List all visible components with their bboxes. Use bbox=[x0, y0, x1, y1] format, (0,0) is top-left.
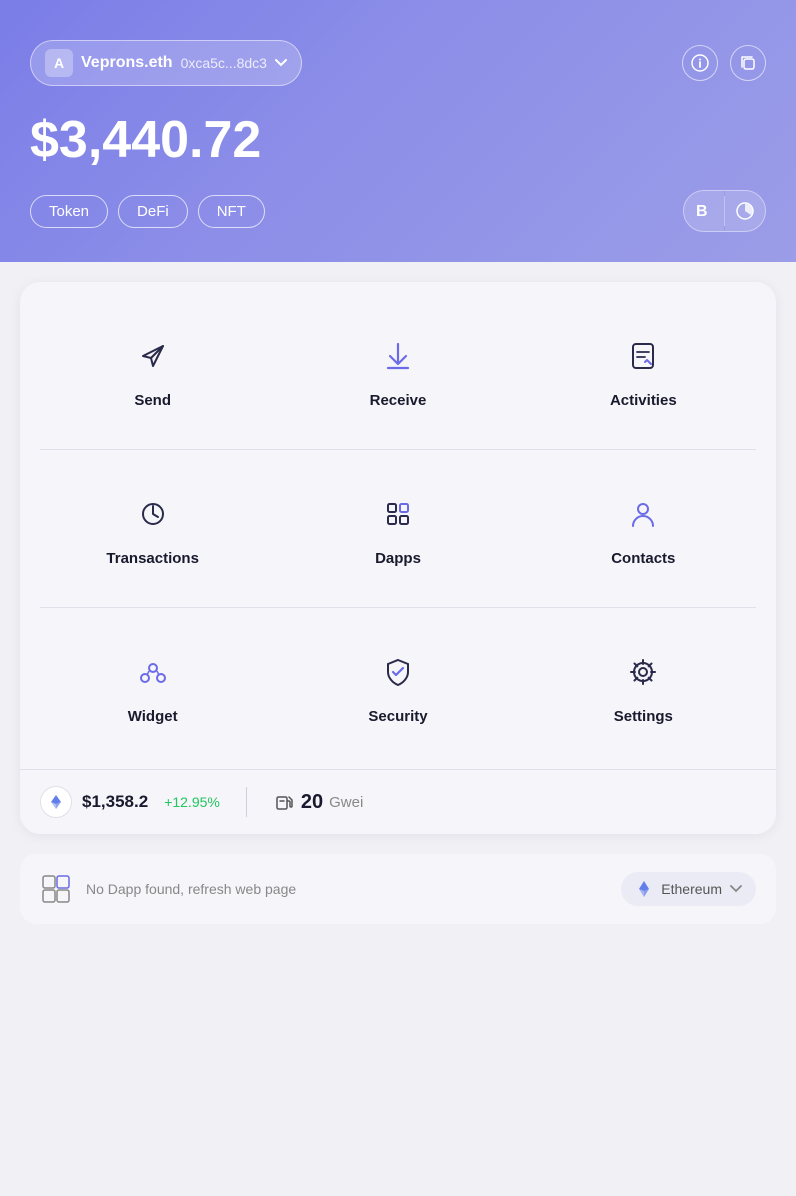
action-grid-3: Widget Security Settings bbox=[20, 608, 776, 765]
dapps-banner-icon bbox=[40, 873, 72, 905]
activities-label: Activities bbox=[610, 392, 677, 409]
chevron-down-icon bbox=[275, 59, 287, 67]
token-logos: B bbox=[683, 190, 766, 232]
tab-token[interactable]: Token bbox=[30, 195, 108, 228]
bottom-bar: $1,358.2 +12.95% 20 Gwei bbox=[20, 769, 776, 834]
gas-info: 20 Gwei bbox=[273, 791, 363, 814]
security-icon bbox=[374, 648, 422, 696]
action-grid-2: Transactions Dapps Contact bbox=[20, 450, 776, 607]
security-label: Security bbox=[368, 708, 427, 725]
gas-icon bbox=[273, 791, 295, 813]
avatar: A bbox=[45, 49, 73, 77]
settings-label: Settings bbox=[614, 708, 673, 725]
gas-value: 20 bbox=[301, 791, 323, 814]
tab-row: Token DeFi NFT B bbox=[30, 190, 766, 232]
dapp-banner: No Dapp found, refresh web page Ethereum bbox=[20, 854, 776, 924]
gas-unit: Gwei bbox=[329, 794, 363, 811]
action-receive[interactable]: Receive bbox=[275, 312, 520, 429]
token-logo-chart bbox=[725, 191, 765, 231]
contacts-icon bbox=[619, 490, 667, 538]
main-card: Send Receive Ac bbox=[20, 282, 776, 834]
widget-label: Widget bbox=[128, 708, 178, 725]
action-settings[interactable]: Settings bbox=[521, 628, 766, 745]
dapps-icon bbox=[374, 490, 422, 538]
header-section: A Veprons.eth 0xca5c...8dc3 bbox=[0, 0, 796, 262]
network-selector[interactable]: Ethereum bbox=[621, 872, 756, 906]
action-send[interactable]: Send bbox=[30, 312, 275, 429]
send-icon bbox=[129, 332, 177, 380]
send-label: Send bbox=[134, 392, 171, 409]
transactions-label: Transactions bbox=[106, 550, 199, 567]
copy-button[interactable] bbox=[730, 45, 766, 81]
receive-label: Receive bbox=[370, 392, 427, 409]
address-pill[interactable]: A Veprons.eth 0xca5c...8dc3 bbox=[30, 40, 302, 86]
action-security[interactable]: Security bbox=[275, 628, 520, 745]
header-icons bbox=[682, 45, 766, 81]
action-transactions[interactable]: Transactions bbox=[30, 470, 275, 587]
eth-price: $1,358.2 bbox=[82, 792, 148, 812]
contacts-label: Contacts bbox=[611, 550, 675, 567]
ens-name: Veprons.eth bbox=[81, 54, 173, 72]
bar-divider bbox=[246, 787, 247, 817]
dapp-text: No Dapp found, refresh web page bbox=[86, 881, 607, 897]
network-label: Ethereum bbox=[661, 881, 722, 897]
balance-amount: $3,440.72 bbox=[30, 110, 766, 170]
address-bar: A Veprons.eth 0xca5c...8dc3 bbox=[30, 40, 766, 86]
eth-change: +12.95% bbox=[164, 794, 220, 810]
dapps-label: Dapps bbox=[375, 550, 421, 567]
action-widget[interactable]: Widget bbox=[30, 628, 275, 745]
action-dapps[interactable]: Dapps bbox=[275, 470, 520, 587]
transactions-icon bbox=[129, 490, 177, 538]
token-logo-b: B bbox=[684, 191, 724, 231]
eth-logo bbox=[40, 786, 72, 818]
address-short: 0xca5c...8dc3 bbox=[181, 55, 267, 71]
tab-defi[interactable]: DeFi bbox=[118, 195, 188, 228]
network-chevron-icon bbox=[730, 885, 742, 893]
settings-icon bbox=[619, 648, 667, 696]
receive-icon bbox=[374, 332, 422, 380]
svg-text:B: B bbox=[696, 203, 708, 220]
info-button[interactable] bbox=[682, 45, 718, 81]
action-activities[interactable]: Activities bbox=[521, 312, 766, 429]
activities-icon bbox=[619, 332, 667, 380]
ethereum-icon bbox=[635, 880, 653, 898]
tab-nft[interactable]: NFT bbox=[198, 195, 265, 228]
action-contacts[interactable]: Contacts bbox=[521, 470, 766, 587]
widget-icon bbox=[129, 648, 177, 696]
action-grid: Send Receive Ac bbox=[20, 292, 776, 449]
